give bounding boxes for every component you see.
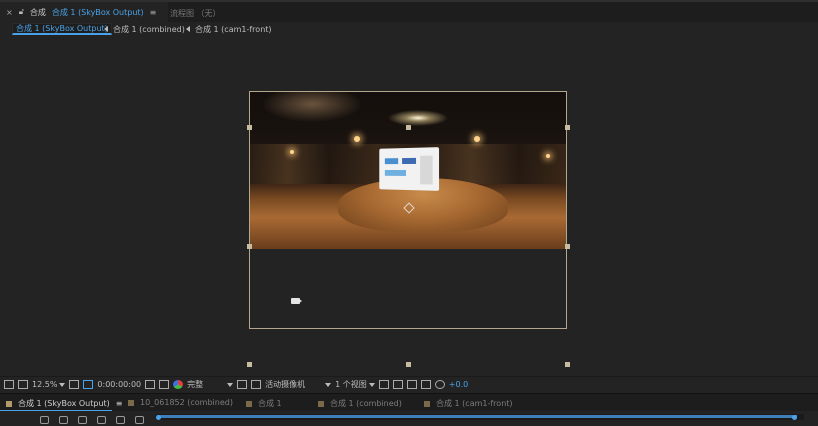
timeline-tab-comp-1-cam1-front[interactable]: 合成 1 (cam1-front): [424, 398, 513, 409]
camera-view-dropdown[interactable]: 活动摄像机: [265, 379, 332, 391]
view-layout-value: 1 个视图: [335, 380, 367, 389]
transform-handle[interactable]: [406, 125, 411, 130]
label-color-swatch: [6, 400, 12, 407]
view-layout-dropdown[interactable]: 1 个视图: [335, 379, 375, 391]
panel-tab-bar: × 🔓︎ 合成 合成 1 (SkyBox Output) ≡ 流程图 （无）: [0, 0, 818, 22]
timeline-tab-label: 合成 1 (cam1-front): [436, 399, 513, 408]
reset-exposure-icon[interactable]: [434, 379, 445, 391]
timeline-tab-label: 10_061852 (combined): [140, 398, 233, 407]
chevron-down-icon: [368, 382, 375, 387]
chevron-down-icon: [227, 382, 234, 387]
color-channel-icon[interactable]: [173, 379, 184, 391]
timeline-tab-label: 合成 1 (combined): [330, 399, 402, 408]
transform-handle[interactable]: [565, 125, 570, 130]
viewer-toolbar: 12.5% 0:00:00:00 完整 活动摄像机 1 个视图 +0.0: [0, 376, 818, 392]
show-snapshot-icon[interactable]: [159, 379, 170, 391]
frame-blending-icon[interactable]: [97, 416, 106, 424]
composition-flowchart-icon[interactable]: [40, 416, 49, 424]
work-area-bar[interactable]: [156, 414, 804, 420]
flowchart-tab[interactable]: 流程图 （无）: [170, 8, 221, 19]
flowchart-icon[interactable]: [420, 379, 431, 391]
timeline-tab-label: 合成 1: [258, 399, 282, 408]
timeline-tab-comp-1-combined[interactable]: 合成 1 (combined): [318, 398, 402, 409]
breadcrumb-label: 合成 1 (combined): [113, 24, 185, 34]
draft-3d-icon[interactable]: [59, 416, 68, 424]
transform-handle[interactable]: [565, 244, 570, 249]
transform-handle[interactable]: [247, 362, 252, 367]
fast-previews-icon[interactable]: [392, 379, 403, 391]
transform-handle[interactable]: [247, 125, 252, 130]
panel-menu-icon[interactable]: ≡: [116, 399, 123, 408]
camera-icon[interactable]: [291, 298, 302, 304]
breadcrumb-label: 合成 1 (SkyBox Output): [16, 24, 108, 33]
composition-panel-tab[interactable]: × 🔓︎ 合成 合成 1 (SkyBox Output) ≡: [0, 2, 169, 22]
breadcrumb-cam1-front[interactable]: 合成 1 (cam1-front): [186, 23, 272, 35]
timeline-tab-comp-1[interactable]: 合成 1: [246, 398, 282, 409]
chevron-down-icon: [325, 382, 332, 387]
transform-handle[interactable]: [406, 362, 411, 367]
camera-view-value: 活动摄像机: [265, 380, 306, 389]
composition-breadcrumb: 合成 1 (SkyBox Output) 合成 1 (combined) 合成 …: [0, 22, 818, 36]
region-of-interest-icon[interactable]: [237, 379, 248, 391]
transform-handle[interactable]: [565, 362, 570, 367]
label-color-swatch: [128, 399, 134, 406]
magnification-dropdown[interactable]: 12.5%: [32, 379, 66, 391]
chevron-down-icon: [59, 382, 66, 387]
arrow-left-icon: [186, 26, 190, 32]
snapshot-icon[interactable]: [145, 379, 156, 391]
exposure-value[interactable]: +0.0: [449, 379, 468, 391]
timeline-controls: [0, 411, 818, 426]
breadcrumb-combined[interactable]: 合成 1 (combined): [104, 23, 185, 35]
breadcrumb-skybox-output[interactable]: 合成 1 (SkyBox Output): [12, 23, 112, 35]
label-color-swatch: [318, 400, 324, 407]
toggle-pixel-aspect-icon[interactable]: [378, 379, 389, 391]
timeline-tab-label: 合成 1 (SkyBox Output): [18, 399, 110, 408]
mask-visibility-icon[interactable]: [83, 379, 94, 391]
label-color-swatch: [246, 400, 252, 407]
resolution-value: 完整: [187, 380, 204, 389]
motion-blur-icon[interactable]: [116, 416, 125, 424]
timeline-tab-10-061852-combined[interactable]: 10_061852 (combined): [128, 398, 233, 407]
arrow-left-icon: [104, 26, 108, 32]
panel-title: 合成: [29, 7, 46, 17]
label-color-swatch: [424, 400, 430, 407]
transform-handle[interactable]: [247, 244, 252, 249]
resolution-dropdown[interactable]: 完整: [187, 379, 234, 391]
current-time[interactable]: 0:00:00:00: [97, 379, 141, 391]
work-area-end-handle[interactable]: [791, 415, 797, 420]
safe-zones-icon[interactable]: [69, 379, 80, 391]
composition-name[interactable]: 合成 1 (SkyBox Output): [52, 7, 144, 18]
zoom-value: 12.5%: [32, 380, 58, 389]
work-area-fill: [157, 415, 797, 418]
timeline-icon[interactable]: [406, 379, 417, 391]
always-preview-icon[interactable]: [4, 379, 14, 391]
shy-layers-icon[interactable]: [78, 416, 87, 424]
timeline-tab-bar: 合成 1 (SkyBox Output) ≡ 10_061852 (combin…: [0, 393, 818, 412]
monitor-icon[interactable]: [18, 379, 28, 391]
breadcrumb-label: 合成 1 (cam1-front): [195, 24, 272, 34]
transparency-grid-icon[interactable]: [251, 379, 262, 391]
graph-editor-icon[interactable]: [135, 416, 144, 424]
close-icon[interactable]: ×: [6, 8, 13, 17]
timeline-tab-skybox-output[interactable]: 合成 1 (SkyBox Output) ≡: [6, 398, 122, 409]
lock-icon[interactable]: 🔓︎: [19, 7, 24, 17]
work-area-start-handle[interactable]: [156, 415, 161, 420]
panel-menu-icon[interactable]: ≡: [150, 8, 157, 17]
